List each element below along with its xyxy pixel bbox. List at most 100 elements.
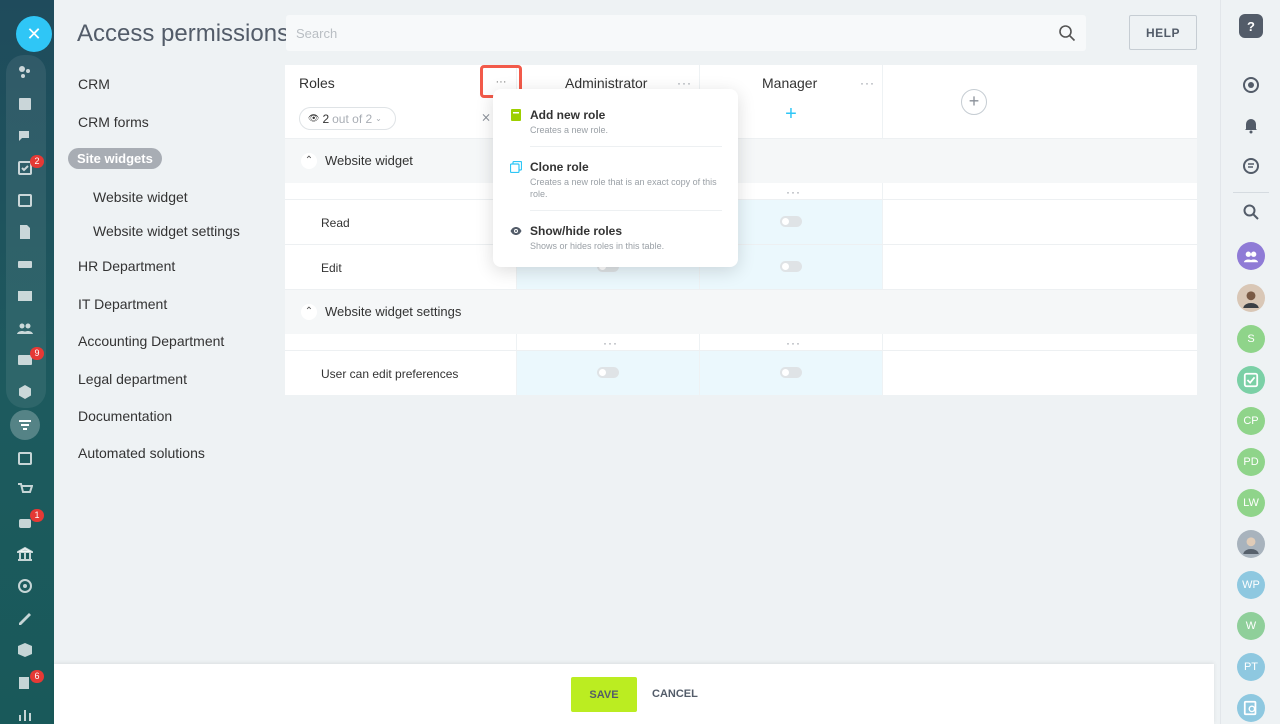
permission-label: Read <box>321 216 350 230</box>
eye-icon <box>510 227 522 235</box>
dropdown-item-title: Show/hide roles <box>530 224 623 238</box>
menu-item-website-widget[interactable]: Website widget <box>93 189 188 205</box>
cell-menu-button[interactable]: ··· <box>786 337 801 349</box>
menu-item-legal-department[interactable]: Legal department <box>78 371 187 387</box>
menu-item-crm[interactable]: CRM <box>78 76 110 92</box>
dropdown-item-desc: Shows or hides roles in this table. <box>530 241 665 251</box>
roles-count-text: out of 2 <box>332 111 373 126</box>
bell-icon[interactable] <box>1237 111 1265 139</box>
dropdown-item-desc: Creates a new role. <box>530 125 609 135</box>
document-icon[interactable] <box>16 223 34 241</box>
table-row: User can edit preferences <box>285 350 1197 395</box>
user-photo-avatar[interactable] <box>1237 284 1265 312</box>
menu-item-automated-solutions[interactable]: Automated solutions <box>78 445 205 461</box>
sidebar-divider <box>1233 192 1269 193</box>
administrator-menu-button[interactable]: ··· <box>677 77 692 89</box>
box-icon[interactable] <box>16 641 34 659</box>
dropdown-item-title: Clone role <box>530 160 589 174</box>
dropdown-item-title: Add new role <box>530 108 606 122</box>
mail-icon[interactable] <box>16 287 34 305</box>
chevron-up-icon[interactable]: ⌃ <box>301 304 317 320</box>
menu-item-accounting-department[interactable]: Accounting Department <box>78 333 224 349</box>
search-icon[interactable] <box>1058 24 1076 42</box>
search-icon[interactable] <box>1237 198 1265 226</box>
section-header[interactable]: ⌃ Website widget settings <box>285 289 1197 334</box>
manager-menu-button[interactable]: ··· <box>860 77 875 89</box>
user-avatar-wp[interactable]: WP <box>1237 571 1265 599</box>
roles-count-number: 2 <box>322 111 330 126</box>
menu-item-documentation[interactable]: Documentation <box>78 408 172 424</box>
permission-toggle[interactable] <box>597 367 619 378</box>
filter-icon[interactable] <box>16 416 34 434</box>
page-title: Access permissions <box>77 20 290 47</box>
feed-icon[interactable] <box>16 63 34 81</box>
hexagon-icon[interactable] <box>16 383 34 401</box>
cancel-button[interactable]: CANCEL <box>652 688 698 700</box>
save-button[interactable]: SAVE <box>571 677 637 712</box>
user-avatar-pt[interactable]: PT <box>1237 653 1265 681</box>
close-icon[interactable]: ✕ <box>16 16 52 52</box>
help-icon[interactable]: ? <box>1239 14 1263 38</box>
section-header[interactable]: ⌃ Website widget <box>285 138 1197 183</box>
permissions-table: Roles ··· 👁 2 out of 2 ⌄ ⨯ Administrator… <box>285 65 1197 395</box>
menu-item-it-department[interactable]: IT Department <box>78 296 167 312</box>
menu-item-crm-forms[interactable]: CRM forms <box>78 114 149 130</box>
footer-bar: SAVE CANCEL <box>54 664 1214 724</box>
permission-toggle[interactable] <box>780 216 802 227</box>
section-title: Website widget <box>325 153 413 168</box>
user-avatar-w[interactable]: W <box>1237 612 1265 640</box>
drive-icon[interactable] <box>16 255 34 273</box>
dropdown-item-desc: Creates a new role that is an exact copy… <box>530 177 717 199</box>
add-permission-icon[interactable]: + <box>782 104 800 124</box>
user-photo-avatar[interactable] <box>1237 530 1265 558</box>
clone-icon <box>510 161 522 173</box>
inbox-icon[interactable] <box>16 95 34 113</box>
add-role-column-button[interactable]: + <box>961 89 987 115</box>
chevron-up-icon[interactable]: ⌃ <box>301 153 317 169</box>
user-avatar-pd[interactable]: PD <box>1237 448 1265 476</box>
table-row: Read <box>285 199 1197 244</box>
menu-item-add-new-role[interactable]: Add new role Creates a new role. <box>493 89 738 145</box>
roles-visibility-filter[interactable]: 👁 2 out of 2 ⌄ <box>299 107 396 130</box>
calendar-icon[interactable] <box>16 191 34 209</box>
table-row: Edit <box>285 244 1197 289</box>
menu-item-clone-role[interactable]: Clone role Creates a new role that is an… <box>493 147 738 210</box>
search-placeholder: Search <box>296 26 338 41</box>
schedule-icon[interactable] <box>16 449 34 467</box>
right-sidebar: ? S CP PD LW WP W PT <box>1220 0 1280 724</box>
group-chat-avatar[interactable] <box>1237 242 1265 270</box>
search-input[interactable]: Search <box>286 15 1086 51</box>
collapse-icon[interactable]: ⨯ <box>481 110 491 124</box>
cart-icon[interactable] <box>16 481 34 499</box>
user-avatar-s[interactable]: S <box>1237 325 1265 353</box>
section-title: Website widget settings <box>325 304 462 319</box>
menu-item-website-widget-settings[interactable]: Website widget settings <box>93 223 240 239</box>
chevron-down-icon: ⌄ <box>375 114 382 123</box>
messages-icon[interactable] <box>1237 152 1265 180</box>
tasks-badge: 2 <box>30 155 44 168</box>
bank-icon[interactable] <box>16 545 34 563</box>
user-avatar-lw[interactable]: LW <box>1237 489 1265 517</box>
cell-menu-button[interactable]: ··· <box>786 186 801 198</box>
signature-icon[interactable] <box>16 609 34 627</box>
robot-badge: 1 <box>30 509 44 522</box>
copilot-icon[interactable] <box>1237 71 1265 99</box>
permission-label: Edit <box>321 261 342 275</box>
menu-item-show-hide-roles[interactable]: Show/hide roles Shows or hides roles in … <box>493 211 738 267</box>
menu-item-site-widgets[interactable]: Site widgets <box>68 148 162 169</box>
permission-toggle[interactable] <box>780 367 802 378</box>
menu-item-hr-department[interactable]: HR Department <box>78 258 175 274</box>
target-icon[interactable] <box>16 577 34 595</box>
chat-icon[interactable] <box>16 127 34 145</box>
help-button[interactable]: HELP <box>1129 15 1197 50</box>
employees-icon[interactable] <box>16 319 34 337</box>
column-header-manager: Manager <box>762 75 818 91</box>
contacts-badge: 9 <box>30 347 44 360</box>
user-avatar-cp[interactable]: CP <box>1237 407 1265 435</box>
eye-icon: 👁 <box>308 113 320 123</box>
search-doc-avatar[interactable] <box>1237 694 1265 722</box>
task-chat-avatar[interactable] <box>1237 366 1265 394</box>
analytics-icon[interactable] <box>16 706 34 724</box>
cell-menu-button[interactable]: ··· <box>603 337 618 349</box>
permission-toggle[interactable] <box>780 261 802 272</box>
